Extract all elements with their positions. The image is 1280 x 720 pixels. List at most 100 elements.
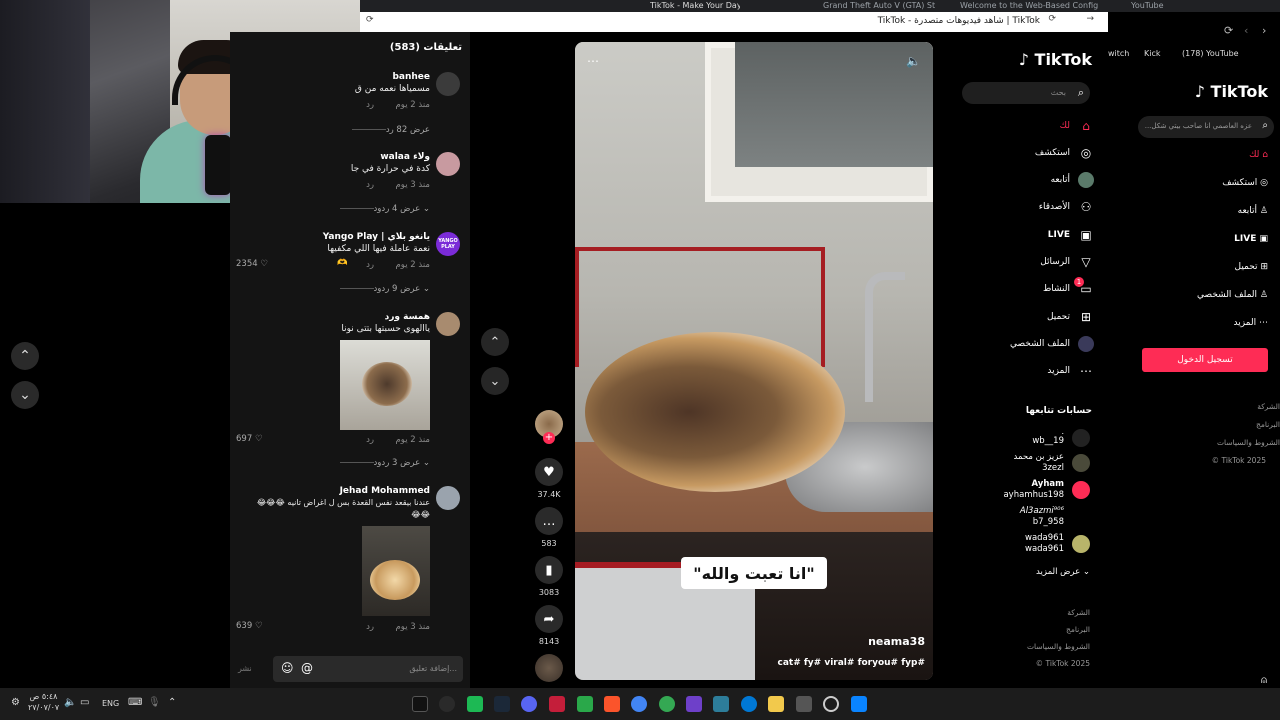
like-button[interactable]: ♥ 37.4K <box>535 458 563 499</box>
search-taskbar-icon[interactable] <box>823 696 839 712</box>
avatar[interactable] <box>436 72 460 96</box>
network-icon[interactable]: ▭ <box>80 697 89 708</box>
chrome-profile-icon[interactable] <box>659 696 675 712</box>
arrow-right-icon[interactable]: → <box>1086 14 1094 24</box>
video-player[interactable]: "انا تعبت والله" neama38 cat# fy# viral#… <box>575 42 933 680</box>
chrome-icon[interactable] <box>631 696 647 712</box>
reload-icon[interactable]: ⟳ <box>1048 14 1056 24</box>
comment-username[interactable]: Yango Play | يانغو بلاي <box>323 232 430 242</box>
steam-icon[interactable] <box>494 696 510 712</box>
tiktok-logo[interactable]: ♪ TikTok <box>1019 50 1092 69</box>
recorder-icon[interactable] <box>549 696 565 712</box>
like-count[interactable]: 2354 ♡ <box>236 259 268 269</box>
right-nav-explore[interactable]: استكشف ◎ <box>1222 178 1268 188</box>
like-count[interactable]: 639 ♡ <box>236 621 263 631</box>
nav-activity[interactable]: النشاط ▭ 1 <box>1043 277 1094 297</box>
task-view-icon[interactable] <box>796 696 812 712</box>
comment-username[interactable]: banhee <box>392 72 430 82</box>
search-icon[interactable]: ⌕ <box>1078 86 1084 100</box>
nav-live[interactable]: LIVE ▣ <box>1048 227 1094 243</box>
right-nav-live[interactable]: LIVE ▣ <box>1234 234 1268 244</box>
tiktok-app-icon[interactable] <box>412 696 428 712</box>
mic-icon[interactable]: 🎙 <box>148 697 161 708</box>
refresh-icon[interactable]: ⟳ <box>366 15 374 25</box>
login-button[interactable]: تسجيل الدخول <box>1142 348 1268 372</box>
reply-button[interactable]: رد <box>366 260 374 270</box>
comment-username[interactable]: Jehad Mohammed <box>340 486 430 496</box>
right-nav-following[interactable]: أتابعه ♙ <box>1238 206 1268 216</box>
mention-icon[interactable]: @ <box>301 661 313 675</box>
following-account[interactable]: عزيز بن محمد 3zezl <box>970 452 1090 474</box>
following-account[interactable]: wada961 wada961 <box>970 533 1090 555</box>
footer-terms[interactable]: الشروط والسياسات <box>1027 638 1090 655</box>
view-replies-button[interactable]: عرض 4 ردود ⌄ <box>334 204 430 214</box>
sound-icon[interactable]: 🔈 <box>906 54 921 68</box>
video-hashtags[interactable]: cat# fy# viral# foryou# fyp# <box>778 658 926 668</box>
bookmark-youtube[interactable]: (178) YouTube <box>1182 49 1239 58</box>
language-indicator[interactable]: ENG <box>102 699 119 708</box>
refresh-icon-2[interactable]: ⟳ <box>1224 24 1233 37</box>
scroll-up-button[interactable]: ⌃ <box>11 342 39 370</box>
following-account[interactable]: Ayham ayhamhus198 <box>970 479 1090 501</box>
nav-upload[interactable]: تحميل ⊞ <box>1047 309 1094 325</box>
reply-button[interactable]: رد <box>366 180 374 190</box>
tab-gta[interactable]: Grand Theft Auto V (GTA) Streaming <box>823 1 935 10</box>
brave-icon[interactable] <box>604 696 620 712</box>
nav-profile[interactable]: الملف الشخصي <box>1010 336 1094 352</box>
scroll-down-button[interactable]: ⌄ <box>11 381 39 409</box>
reply-button[interactable]: رد <box>366 435 374 445</box>
keyboard-icon[interactable]: ⌨ <box>128 697 142 708</box>
footer-program[interactable]: البرنامج <box>1027 621 1090 638</box>
folder-icon[interactable] <box>768 696 784 712</box>
nav-following[interactable]: أتابعه <box>1051 172 1094 188</box>
view-replies-button[interactable]: عرض 9 ردود ⌄ <box>334 284 430 294</box>
comment-image[interactable] <box>340 340 430 430</box>
next-video-button[interactable]: ⌄ <box>481 367 509 395</box>
right-tiktok-logo[interactable]: ♪ TikTok <box>1195 82 1268 101</box>
bookmark-twitch[interactable]: witch <box>1108 49 1129 58</box>
obs-icon[interactable] <box>439 696 455 712</box>
app-icon[interactable] <box>686 696 702 712</box>
app-icon-2[interactable] <box>713 696 729 712</box>
more-options-icon[interactable]: ⋯ <box>587 54 599 68</box>
clock[interactable]: ٥:٤٨ ص ٢٧/٠٧/٠٧ <box>28 691 59 713</box>
right-footer-program[interactable]: البرنامج <box>1212 416 1280 434</box>
see-more-button[interactable]: عرض المزيد ⌄ <box>1036 567 1090 577</box>
follow-plus-icon[interactable]: + <box>543 432 555 444</box>
address-bar[interactable]: ⟳ ⟳ → TikTok | شاهد فيديوهات متصدرة - Ti… <box>360 12 1108 32</box>
following-account[interactable]: . wb__19 <box>970 427 1090 449</box>
nav-friends[interactable]: الأصدقاء ⚇ <box>1039 199 1094 215</box>
following-account[interactable]: Al3azmi⁹⁰⁶ b7_958 <box>970 506 1090 528</box>
video-author[interactable]: neama38 <box>868 635 925 648</box>
nav-explore[interactable]: استكشف ◎ <box>1035 145 1094 161</box>
avatar[interactable] <box>436 312 460 336</box>
tab-webconfig[interactable]: Welcome to the Web-Based Config <box>960 1 1100 10</box>
comment-username[interactable]: همسة ورد <box>385 312 430 322</box>
search-icon[interactable]: ⌕ <box>1262 120 1268 131</box>
right-nav-upload[interactable]: تحميل ⊞ <box>1235 262 1268 272</box>
settings-icon[interactable]: ⚙ <box>11 697 20 708</box>
comment-image[interactable] <box>362 526 430 616</box>
like-count[interactable]: 697 ♡ <box>236 434 263 444</box>
forward-icon[interactable]: › <box>1262 24 1266 37</box>
right-nav-foryou[interactable]: لك ⌂ <box>1249 150 1268 160</box>
play-icon[interactable] <box>467 696 483 712</box>
save-button[interactable]: ▮ 3083 <box>535 556 563 597</box>
tab-tiktok[interactable]: TikTok - Make Your Day <box>650 1 740 10</box>
right-search-box[interactable]: عزه العاصمي انا صاحب بيتي شكل... ⌕ <box>1138 116 1274 138</box>
view-replies-button[interactable]: عرض 82 رد <box>346 125 430 135</box>
emoji-icon[interactable]: ☺ <box>281 661 294 675</box>
back-icon[interactable]: ‹ <box>1244 24 1248 37</box>
brand-avatar[interactable]: YANGO PLAY <box>436 232 460 256</box>
reply-button[interactable]: رد <box>366 100 374 110</box>
right-nav-profile[interactable]: الملف الشخصي ♙ <box>1197 290 1268 300</box>
windows-start-icon[interactable] <box>851 696 867 712</box>
nav-foryou[interactable]: لك ⌂ <box>1060 118 1094 134</box>
footer-company[interactable]: الشركة <box>1027 604 1090 621</box>
right-nav-more[interactable]: المزيد ⋯ <box>1233 318 1268 328</box>
share-button[interactable]: ➦ 8143 <box>535 605 563 646</box>
discord-icon[interactable] <box>521 696 537 712</box>
avatar[interactable] <box>436 152 460 176</box>
comment-username[interactable]: walaa ولاء <box>380 152 430 162</box>
xbox-icon[interactable] <box>577 696 593 712</box>
